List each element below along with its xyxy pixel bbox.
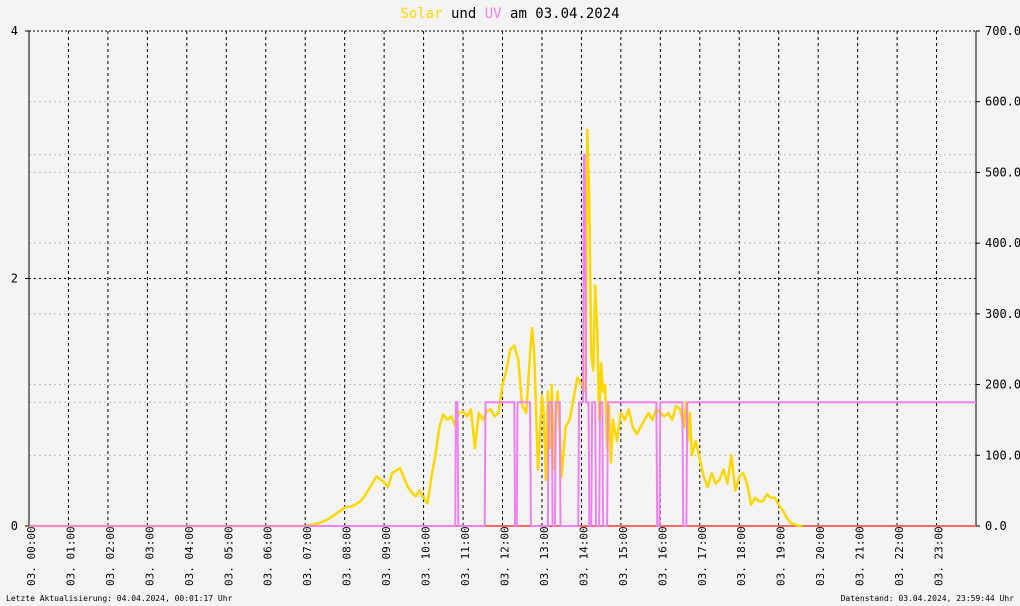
left-tick-label: 4: [11, 24, 18, 38]
right-tick-label: 0.0: [985, 519, 1007, 533]
title-und: und: [451, 6, 476, 22]
right-tick-label: 400.0: [985, 236, 1020, 250]
x-tick-label: 03. 05:00: [222, 526, 235, 586]
x-axis-ticks: 03. 00:00 03. 01:00 03. 02:00 03. 03:00 03. …: [25, 526, 946, 586]
x-tick-label: 03. 09:00: [380, 526, 393, 586]
x-tick-label: 03. 08:00: [341, 526, 354, 586]
x-tick-label: 03. 13:00: [538, 526, 551, 586]
title-uv: UV: [485, 6, 502, 22]
x-tick-label: 03. 01:00: [64, 526, 77, 586]
x-tick-label: 03. 20:00: [814, 526, 827, 586]
right-tick-label: 700.0: [985, 24, 1020, 38]
x-tick-label: 03. 15:00: [617, 526, 630, 586]
x-tick-label: 03. 16:00: [656, 526, 669, 586]
x-tick-label: 03. 07:00: [301, 526, 314, 586]
right-tick-label: 300.0: [985, 307, 1020, 321]
x-tick-label: 03. 22:00: [893, 526, 906, 586]
x-tick-label: 03. 00:00: [25, 526, 38, 586]
right-axis-ticks: 0.0 100.0 200.0 300.0 400.0 500.0 600.0 700.0: [976, 24, 1020, 533]
x-tick-label: 03. 11:00: [459, 526, 472, 586]
x-tick-label: 03. 23:00: [933, 526, 946, 586]
x-tick-label: 03. 04:00: [183, 526, 196, 586]
solar-uv-chart: Solar und UV am 03.04.2024 0 2 4 0.0 100.0 2…: [6, 6, 1020, 603]
title-date: am 03.04.2024: [510, 6, 620, 22]
x-tick-label: 03. 19:00: [775, 526, 788, 586]
x-tick-label: 03. 21:00: [854, 526, 867, 586]
x-tick-label: 03. 06:00: [262, 526, 275, 586]
chart-title: Solar und UV am 03.04.2024: [400, 6, 619, 22]
x-tick-label: 03. 18:00: [735, 526, 748, 586]
x-tick-label: 03. 12:00: [498, 526, 511, 586]
x-tick-label: 03. 14:00: [577, 526, 590, 586]
title-solar: Solar: [400, 6, 442, 22]
left-tick-label: 0: [11, 519, 18, 533]
footer-data-state: Datenstand: 03.04.2024, 23:59:44 Uhr: [841, 594, 1015, 603]
right-tick-label: 200.0: [985, 378, 1020, 392]
x-tick-label: 03. 03:00: [143, 526, 156, 586]
x-tick-label: 03. 17:00: [696, 526, 709, 586]
footer-last-update: Letzte Aktualisierung: 04.04.2024, 00:01…: [6, 594, 233, 603]
x-tick-label: 03. 02:00: [104, 526, 117, 586]
right-tick-label: 600.0: [985, 95, 1020, 109]
left-tick-label: 2: [11, 272, 18, 286]
right-tick-label: 100.0: [985, 448, 1020, 462]
grid-lines: [29, 31, 976, 526]
left-axis-ticks: 0 2 4: [11, 24, 29, 533]
right-tick-label: 500.0: [985, 165, 1020, 179]
x-tick-label: 03. 10:00: [420, 526, 433, 586]
